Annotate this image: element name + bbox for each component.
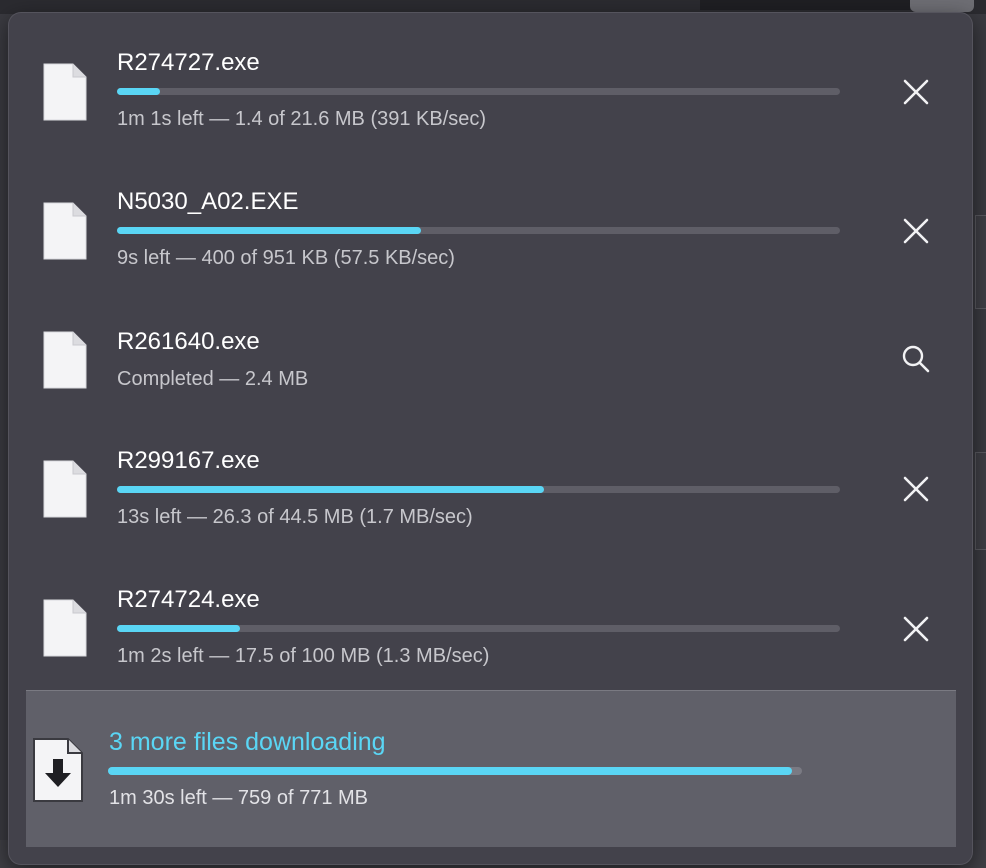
download-progress-bar <box>117 88 840 95</box>
download-progress-bar <box>117 625 840 632</box>
download-status: 1m 2s left — 17.5 of 100 MB (1.3 MB/sec) <box>117 645 490 667</box>
more-downloads-summary[interactable]: 3 more files downloading 1m 30s left — 7… <box>26 690 956 847</box>
download-filename: R299167.exe <box>117 447 260 474</box>
cancel-download-button[interactable] <box>896 609 936 649</box>
file-icon <box>43 63 87 121</box>
download-progress-bar <box>117 486 840 493</box>
summary-status: 1m 30s left — 759 of 771 MB <box>109 787 369 809</box>
download-progress-fill <box>117 486 544 493</box>
download-filename: R261640.exe <box>117 328 260 355</box>
toolbar-button-edge <box>910 0 974 12</box>
download-status: 13s left — 26.3 of 44.5 MB (1.7 MB/sec) <box>117 506 473 528</box>
download-progress-fill <box>117 625 240 632</box>
file-icon <box>43 202 87 260</box>
downloads-panel: R274727.exe 1m 1s left — 1.4 of 21.6 MB … <box>9 13 972 864</box>
cancel-download-button[interactable] <box>896 211 936 251</box>
summary-progress-bar <box>108 767 802 775</box>
background-box <box>975 452 986 550</box>
download-progress-fill <box>117 88 161 95</box>
download-filename: R274727.exe <box>117 49 260 76</box>
download-status: Completed — 2.4 MB <box>117 368 309 390</box>
cancel-download-button[interactable] <box>896 72 936 112</box>
browser-tab-strip <box>700 0 910 10</box>
background-box <box>975 215 986 309</box>
file-icon <box>43 460 87 518</box>
file-icon <box>43 599 87 657</box>
download-filename: N5030_A02.EXE <box>117 188 299 215</box>
download-arrow-icon <box>33 738 83 802</box>
download-item[interactable]: N5030_A02.EXE 9s left — 400 of 951 KB (5… <box>9 152 972 291</box>
download-item[interactable]: R274727.exe 1m 1s left — 1.4 of 21.6 MB … <box>9 13 972 152</box>
close-icon <box>903 218 929 244</box>
search-icon <box>902 345 930 373</box>
download-status: 1m 1s left — 1.4 of 21.6 MB (391 KB/sec) <box>117 108 487 130</box>
download-progress-fill <box>117 227 421 234</box>
download-item[interactable]: R274724.exe 1m 2s left — 17.5 of 100 MB … <box>9 549 972 688</box>
summary-title[interactable]: 3 more files downloading <box>109 727 386 757</box>
summary-progress-fill <box>108 767 792 775</box>
download-progress-bar <box>117 227 840 234</box>
download-item[interactable]: R299167.exe 13s left — 26.3 of 44.5 MB (… <box>9 410 972 549</box>
file-icon <box>43 331 87 389</box>
close-icon <box>903 476 929 502</box>
show-in-folder-button[interactable] <box>896 339 936 379</box>
download-status: 9s left — 400 of 951 KB (57.5 KB/sec) <box>117 247 455 269</box>
close-icon <box>903 616 929 642</box>
download-filename: R274724.exe <box>117 586 260 613</box>
cancel-download-button[interactable] <box>896 469 936 509</box>
close-icon <box>903 79 929 105</box>
